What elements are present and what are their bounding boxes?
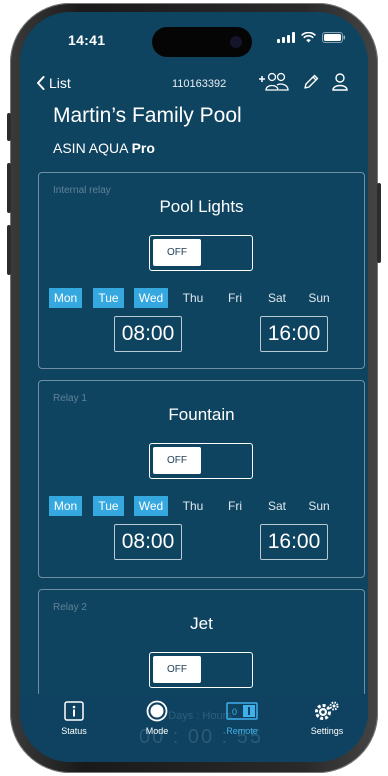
add-users-icon[interactable] <box>258 72 290 92</box>
remote-toggle-icon: 0 <box>226 702 258 720</box>
day-wed[interactable]: Wed <box>134 288 168 308</box>
end-time[interactable]: 16:00 <box>260 524 328 560</box>
wifi-icon <box>301 32 316 43</box>
relay-tag: Internal relay <box>53 185 111 196</box>
relay-tag: Relay 1 <box>53 393 87 404</box>
day-tue[interactable]: Tue <box>93 288 124 308</box>
tab-label: Mode <box>145 726 169 736</box>
day-sun[interactable]: Sun <box>304 496 334 516</box>
user-profile-icon[interactable] <box>332 73 348 91</box>
status-time: 14:41 <box>68 32 106 48</box>
toggle-state: OFF <box>153 239 201 266</box>
start-time[interactable]: 08:00 <box>114 316 182 352</box>
day-mon[interactable]: Mon <box>49 288 82 308</box>
toggle-state: OFF <box>153 447 201 474</box>
brand-suffix: Pro <box>131 140 155 156</box>
edit-pencil-icon[interactable] <box>302 73 320 91</box>
tab-label: Remote <box>226 726 258 736</box>
day-tue[interactable]: Tue <box>93 496 124 516</box>
brand-line: ASIN AQUA Pro <box>53 140 155 156</box>
day-fri[interactable]: Fri <box>222 496 248 516</box>
nav-actions <box>258 72 348 92</box>
toggle-state: OFF <box>153 656 201 683</box>
day-sat[interactable]: Sat <box>263 496 291 516</box>
camera-icon <box>230 36 242 48</box>
volume-up-button <box>7 163 11 213</box>
settings-gear-icon <box>315 701 339 720</box>
chevron-left-icon <box>37 76 45 90</box>
back-label: List <box>49 75 71 91</box>
relay-toggle[interactable]: OFF <box>149 652 253 688</box>
start-time[interactable]: 08:00 <box>114 524 182 560</box>
day-fri[interactable]: Fri <box>222 288 248 308</box>
day-mon[interactable]: Mon <box>49 496 82 516</box>
relay-card-fountain: Relay 1 Fountain OFF Mon Tue Wed Thu Fri… <box>38 380 365 578</box>
tab-label: Settings <box>310 726 344 736</box>
tab-settings[interactable]: Settings <box>292 700 362 736</box>
mute-switch <box>7 113 11 141</box>
back-button[interactable]: List <box>36 75 71 91</box>
day-selector: Mon Tue Wed Thu Fri Sat Sun <box>49 496 354 516</box>
relay-tag: Relay 2 <box>53 602 87 613</box>
day-thu[interactable]: Thu <box>178 496 208 516</box>
status-bar: 14:41 <box>20 12 368 66</box>
day-selector: Mon Tue Wed Thu Fri Sat Sun <box>49 288 354 308</box>
dynamic-island <box>152 27 252 57</box>
volume-down-button <box>7 225 11 275</box>
relay-name: Jet <box>190 614 213 633</box>
relay-name: Pool Lights <box>159 197 244 216</box>
mode-circle-icon <box>146 700 168 722</box>
svg-text:0: 0 <box>232 707 237 717</box>
device-id: 110163392 <box>172 78 227 90</box>
day-wed[interactable]: Wed <box>134 496 168 516</box>
page-title: Martin’s Family Pool <box>53 104 242 127</box>
app-screen: 14:41 List 110163392 Martin’s Family Poo… <box>20 12 368 762</box>
end-time[interactable]: 16:00 <box>260 316 328 352</box>
battery-icon <box>322 32 345 43</box>
nav-bar: List 110163392 <box>20 72 368 102</box>
status-icons <box>277 32 346 43</box>
tab-bar: Days : Hours 00 : 00 : 55 Status Mode 0 … <box>20 694 368 762</box>
signal-icon <box>277 32 295 43</box>
day-thu[interactable]: Thu <box>178 288 208 308</box>
brand-name: ASIN AQUA <box>53 140 128 156</box>
tab-mode[interactable]: Mode <box>122 700 192 736</box>
relay-toggle[interactable]: OFF <box>149 443 253 479</box>
info-icon <box>64 701 84 721</box>
tab-label: Status <box>61 726 87 736</box>
relay-toggle[interactable]: OFF <box>149 235 253 271</box>
tab-remote[interactable]: 0 Remote <box>207 700 277 736</box>
relay-card-pool-lights: Internal relay Pool Lights OFF Mon Tue W… <box>38 172 365 369</box>
power-button <box>377 183 381 263</box>
day-sun[interactable]: Sun <box>304 288 334 308</box>
tab-status[interactable]: Status <box>39 700 109 736</box>
day-sat[interactable]: Sat <box>263 288 291 308</box>
relay-name: Fountain <box>168 405 235 424</box>
